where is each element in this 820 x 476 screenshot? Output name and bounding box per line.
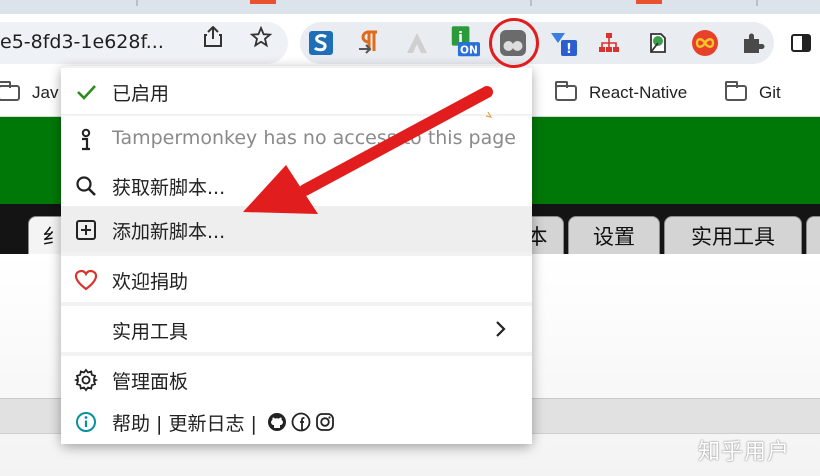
checkmark-icon <box>74 80 98 104</box>
highlight-ring <box>489 18 539 68</box>
pilcrow-icon[interactable] <box>354 28 384 58</box>
bookmark-folder[interactable]: React-Native <box>555 80 687 106</box>
heart-icon <box>74 268 98 292</box>
share-icon[interactable] <box>202 26 224 48</box>
chevron-right-icon <box>490 319 510 339</box>
page-tab[interactable] <box>806 216 820 254</box>
watermark: 知乎用户 <box>698 440 791 465</box>
instagram-icon[interactable] <box>315 412 335 437</box>
puzzle-icon[interactable] <box>738 28 768 58</box>
address-bar-url[interactable]: e5-8fd3-1e628f... <box>0 31 164 53</box>
github-icon[interactable] <box>267 412 287 437</box>
s-blue-icon[interactable] <box>306 28 336 58</box>
menu-item-get-new-scripts[interactable]: 获取新脚本... <box>61 162 532 208</box>
menu-item-add-new-script[interactable]: 添加新脚本... <box>61 206 532 252</box>
tampermonkey-popup-menu: 已启用 Tampermonkey has no access to this p… <box>61 66 532 444</box>
menu-item-enabled[interactable]: 已启用 <box>61 68 532 114</box>
svg-text:!: ! <box>566 42 572 57</box>
bookmark-star-icon[interactable] <box>250 26 272 48</box>
menu-item-utilities[interactable]: 实用工具 <box>61 306 532 352</box>
tab-settings[interactable]: 设置 <box>568 216 660 254</box>
menu-item-label: 帮助 | 更新日志 | <box>112 409 335 437</box>
tab-favicon-strip <box>636 0 662 4</box>
social-links <box>267 412 335 437</box>
bookmark-folder[interactable]: Jav <box>0 80 58 106</box>
menu-item-label: 添加新脚本... <box>112 221 226 243</box>
bookmark-label: Git <box>759 83 781 102</box>
triangle-icon[interactable] <box>402 28 432 58</box>
tab-divider <box>756 0 758 6</box>
address-bar[interactable]: e5-8fd3-1e628f... <box>0 22 288 64</box>
menu-item-label: 实用工具 <box>112 321 189 343</box>
side-panel-icon[interactable] <box>786 28 816 58</box>
menu-item-dashboard[interactable]: 管理面板 <box>61 356 532 402</box>
search-icon <box>74 174 98 198</box>
plus-square-icon <box>74 218 98 242</box>
infinity-icon[interactable] <box>690 28 720 58</box>
menu-item-donate[interactable]: 欢迎捐助 <box>61 256 532 302</box>
folder-icon <box>555 81 577 101</box>
tab-divider <box>530 0 532 6</box>
menu-item-label: 获取新脚本... <box>112 177 226 199</box>
menu-item-no-access: Tampermonkey has no access to this page <box>61 116 532 162</box>
info-circle-icon <box>74 410 98 434</box>
menu-item-label: Tampermonkey has no access to this page <box>112 127 516 149</box>
tab-favicon-strip <box>250 0 276 4</box>
gear-icon <box>74 368 98 392</box>
tab-utilities[interactable]: 实用工具 <box>664 216 802 254</box>
browser-toolbar: e5-8fd3-1e628f... i ON ! <box>0 14 820 72</box>
facebook-icon[interactable] <box>291 412 311 437</box>
bookmark-label: React-Native <box>589 83 688 102</box>
tab-divider <box>136 0 138 6</box>
info-i-icon <box>74 128 98 152</box>
on-badge: ON <box>460 45 478 57</box>
folder-icon <box>725 81 747 101</box>
menu-item-label: 欢迎捐助 <box>112 271 189 293</box>
bookmark-label: Jav <box>32 83 59 102</box>
sitemap-icon[interactable] <box>594 28 624 58</box>
bookmark-folder[interactable]: Git <box>725 80 781 106</box>
help-changelog-label: 帮助 | 更新日志 | <box>112 413 257 435</box>
menu-item-label: 管理面板 <box>112 371 189 393</box>
menu-item-label: 已启用 <box>112 83 170 105</box>
tab-strip <box>0 0 820 14</box>
info-on-icon[interactable]: i ON <box>450 26 480 58</box>
notify-icon[interactable]: ! <box>548 28 578 58</box>
menu-item-help[interactable]: 帮助 | 更新日志 | <box>61 398 532 444</box>
folder-icon <box>0 81 20 101</box>
leaf-doc-icon[interactable] <box>642 28 672 58</box>
